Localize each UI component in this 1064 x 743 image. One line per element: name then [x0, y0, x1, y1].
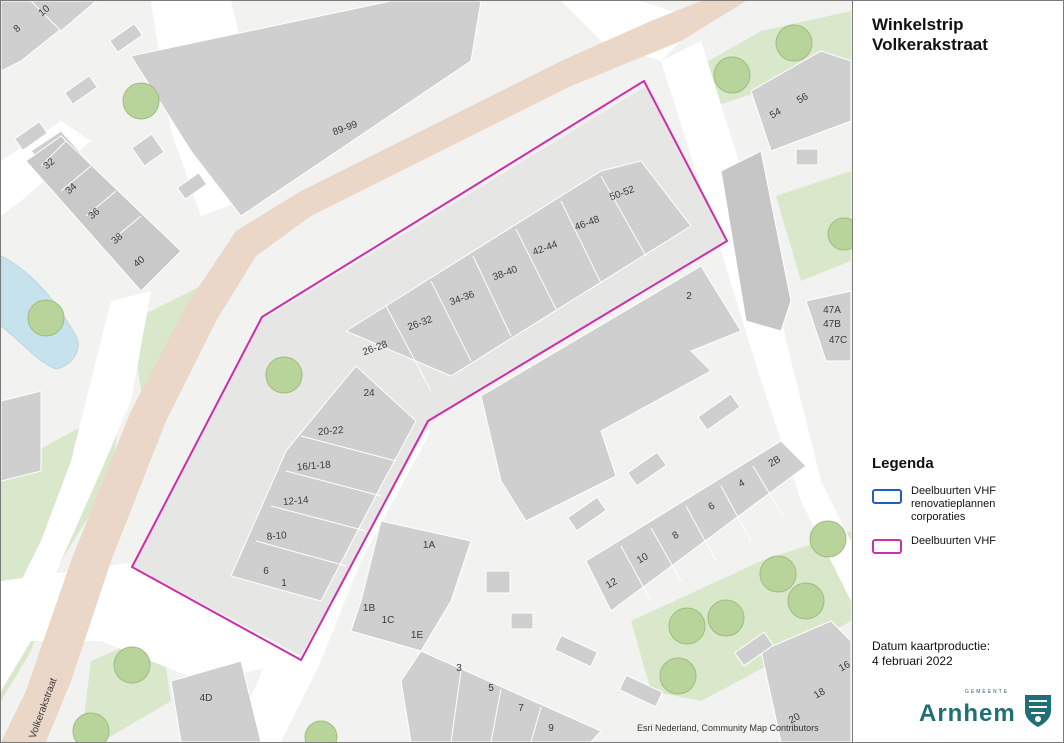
- building-number-label: 9: [548, 723, 554, 734]
- building-number-label: 47B: [823, 319, 841, 330]
- legend-item-vhf: Deelbuurten VHF: [872, 535, 1031, 554]
- building-number-label: 3: [456, 663, 462, 674]
- tree-icon: [113, 646, 151, 684]
- map-title-line2: Volkerakstraat: [872, 35, 988, 54]
- logo-word: Arnhem: [919, 700, 1016, 727]
- shed-10: [510, 612, 534, 630]
- map-title: Winkelstrip Volkerakstraat: [872, 15, 988, 55]
- map-layout: 8 10 32 34 36 38 40 89-99 26-28 26-32 34-36 38-40 42…: [0, 0, 1064, 743]
- logo-small-text: GEMEENTE: [965, 689, 1010, 695]
- arnhem-crest-icon: [1025, 695, 1051, 727]
- building-number-label: 1E: [411, 630, 424, 641]
- tree-icon: [27, 299, 65, 337]
- date-value: 4 februari 2022: [872, 654, 953, 668]
- building-number-label: 2: [686, 291, 692, 302]
- building-number-label: 47A: [823, 305, 841, 316]
- tree-icon: [713, 56, 751, 94]
- shed-9: [485, 570, 511, 594]
- building-west-small: [1, 390, 42, 482]
- arnhem-logo: GEMEENTE Arnhem: [917, 687, 1057, 731]
- map-canvas[interactable]: 8 10 32 34 36 38 40 89-99 26-28 26-32 34-36 38-40 42…: [1, 1, 852, 742]
- legend-swatch-blue: [872, 489, 902, 504]
- legend-title: Legenda: [872, 455, 934, 472]
- tree-icon: [122, 82, 160, 120]
- legend-swatch-magenta: [872, 539, 902, 554]
- building-number-label: 24: [363, 388, 375, 399]
- tree-icon: [775, 24, 813, 62]
- building-number-label: 7: [518, 703, 524, 714]
- building-number-label: 4D: [200, 693, 213, 704]
- building-number-label: 20-22: [318, 425, 345, 438]
- tree-icon: [759, 555, 797, 593]
- legend-item-renovatie: Deelbuurten VHF renovatieplannen corpora…: [872, 485, 1031, 524]
- building-number-label: 1: [281, 578, 287, 589]
- building-number-label: 12-14: [283, 495, 310, 508]
- tree-icon: [707, 599, 745, 637]
- map-credit: Esri Nederland, Community Map Contributo…: [637, 723, 819, 733]
- building-number-label: 6: [263, 566, 269, 577]
- date-label: Datum kaartproductie:: [872, 639, 991, 653]
- building-number-label: 8-10: [266, 530, 287, 543]
- tree-icon: [265, 356, 303, 394]
- legend-label-renovatie: Deelbuurten VHF renovatieplannen corpora…: [911, 485, 996, 523]
- tree-icon: [659, 657, 697, 695]
- building-number-label: 5: [488, 683, 494, 694]
- tree-icon: [668, 607, 706, 645]
- map-svg: 810323436384089-9926-2826-3234-3638-4042…: [1, 1, 852, 742]
- building-number-label: 1A: [423, 540, 436, 551]
- building-number-label: 1B: [363, 603, 376, 614]
- production-date: Datum kaartproductie: 4 februari 2022: [872, 639, 1042, 669]
- tree-icon: [787, 582, 825, 620]
- legend-label-vhf: Deelbuurten VHF: [911, 535, 996, 547]
- building-number-label: 1C: [382, 615, 395, 626]
- building-number-label: 47C: [829, 335, 847, 346]
- tree-icon: [809, 520, 847, 558]
- map-title-line1: Winkelstrip: [872, 15, 964, 34]
- legend-panel: Winkelstrip Volkerakstraat Legenda Deelb…: [853, 1, 1063, 742]
- shed-14: [795, 148, 819, 166]
